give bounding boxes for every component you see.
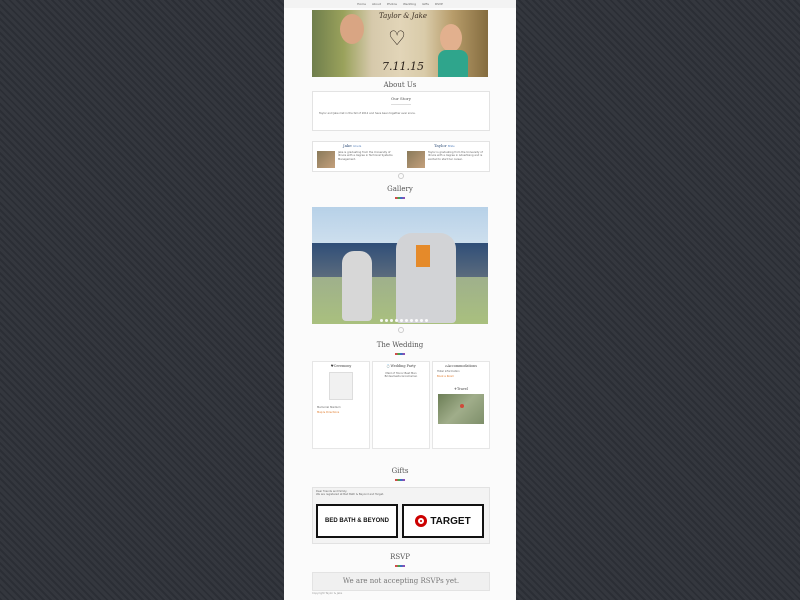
story-title: Our Story (391, 96, 411, 101)
scroll-marker (398, 173, 404, 179)
ceremony-map-thumbnail (329, 372, 353, 400)
nav-item-rsvp[interactable]: RSVP (435, 2, 443, 6)
gallery-slideshow[interactable] (312, 207, 488, 324)
footer-text: Copyright Taylor & Jake (312, 592, 343, 595)
rsvp-divider (395, 565, 405, 567)
wedding-divider (395, 353, 405, 355)
gallery-dots (380, 319, 428, 322)
slide-dot[interactable] (420, 319, 423, 322)
top-nav: Home About Photos Wedding Gifts RSVP (284, 0, 516, 8)
slide-dot[interactable] (390, 319, 393, 322)
about-title: About Us (383, 81, 417, 89)
hero-date: 7.11.15 (382, 60, 424, 73)
target-bullseye-icon (415, 515, 428, 527)
slide-dot[interactable] (425, 319, 428, 322)
hero-names: Taylor & Jake (378, 12, 428, 20)
story-text: Taylor and Jake met in the fall of 2012 … (319, 112, 416, 115)
nav-item-home[interactable]: Home (357, 2, 366, 6)
gifts-title: Gifts (391, 467, 409, 475)
page: Home About Photos Wedding Gifts RSVP Tay… (284, 0, 516, 600)
travel-heading: ✈Travel (454, 386, 468, 391)
person-jake: Jake is graduating from the University o… (317, 151, 397, 168)
nav-item-photos[interactable]: Photos (387, 2, 397, 6)
slide-dot[interactable] (405, 319, 408, 322)
slide-dot[interactable] (380, 319, 383, 322)
book-room-link[interactable]: Book a Room (433, 375, 489, 378)
person-subtitle-taylor: Bride (447, 145, 455, 148)
wedding-party-text: Maid of Honor Best Man Bridesmaids Groom… (384, 372, 418, 379)
nav-item-wedding[interactable]: Wedding (403, 2, 416, 6)
story-card: Our Story Taylor and Jake met in the fal… (312, 91, 490, 131)
person-taylor: Taylor is graduating from the University… (407, 151, 487, 168)
travel-map[interactable] (438, 393, 484, 424)
nav-item-gifts[interactable]: Gifts (422, 2, 429, 6)
avatar (317, 151, 335, 168)
gifts-divider (395, 479, 405, 481)
slide-dot[interactable] (385, 319, 388, 322)
rsvp-message: We are not accepting RSVPs yet. (312, 572, 490, 591)
story-divider (391, 104, 411, 105)
nav-item-about[interactable]: About (372, 2, 381, 6)
hero-bride (440, 24, 462, 52)
person-bio-taylor: Taylor is graduating from the University… (428, 151, 483, 161)
gallery-bride (342, 251, 372, 321)
gallery-title: Gallery (387, 185, 413, 193)
rsvp-title: RSVP (390, 553, 410, 561)
slide-dot[interactable] (410, 319, 413, 322)
accommodations-card: ⌂Accommodations Hotel information Book a… (432, 361, 490, 449)
hero-bride-shirt (438, 50, 468, 77)
wedding-title: The Wedding (376, 341, 424, 349)
ceremony-directions-link[interactable]: Map & Directions (313, 411, 369, 414)
slide-dot[interactable] (395, 319, 398, 322)
target-logo-label: TARGET (430, 515, 471, 527)
hero-banner: Taylor & Jake ♡ 7.11.15 (312, 10, 488, 77)
bed-bath-beyond-logo[interactable]: BED BATH & BEYOND (316, 504, 398, 538)
gallery-shirt-print (416, 245, 430, 267)
gallery-divider (395, 197, 405, 199)
person-subtitle-jake: Groom (353, 145, 362, 148)
wedding-party-card: 💍Wedding Party Maid of Honor Best Man Br… (372, 361, 430, 449)
hero-groom (340, 14, 364, 44)
hearts-icon: ♡ (388, 26, 406, 50)
person-bio-jake: Jake is graduating from the University o… (338, 151, 393, 161)
people-card: Jake Groom Taylor Bride Jake is graduati… (312, 141, 490, 172)
slide-dot[interactable] (400, 319, 403, 322)
gifts-registry-note: We are registered at Bed Bath & Beyond a… (316, 493, 385, 497)
person-name-taylor: Taylor Bride (434, 143, 455, 148)
map-pin-icon (460, 403, 464, 408)
person-name-jake: Jake Groom (343, 143, 362, 148)
scroll-marker (398, 327, 404, 333)
ceremony-card: ♥Ceremony Memorial Stadium Map & Directi… (312, 361, 370, 449)
target-logo[interactable]: TARGET (402, 504, 484, 538)
slide-dot[interactable] (415, 319, 418, 322)
ceremony-heading: ♥Ceremony (330, 364, 352, 368)
avatar (407, 151, 425, 168)
